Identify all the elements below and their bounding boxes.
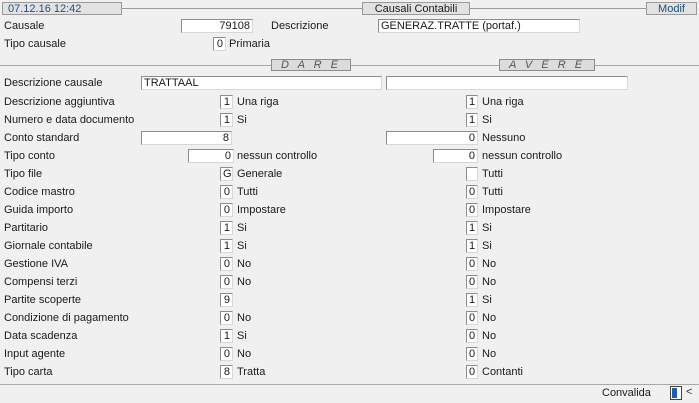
dare-value-desc: Tratta <box>237 366 266 378</box>
row-label: Gestione IVA <box>4 258 68 270</box>
avere-value-desc: No <box>482 348 497 360</box>
avere-value-field[interactable]: 0 <box>466 203 478 217</box>
avere-value-desc: Si <box>482 222 492 234</box>
row-label: Descrizione aggiuntiva <box>4 96 115 108</box>
dare-value-field[interactable]: 1 <box>220 239 233 253</box>
avere-value-desc: Contanti <box>482 366 523 378</box>
avere-header: A V E R E <box>499 59 595 71</box>
avere-value-desc: No <box>482 312 497 324</box>
title-divider-left <box>122 8 362 9</box>
row-label: Conto standard <box>4 132 80 144</box>
dare-value-field[interactable]: 0 <box>220 203 233 217</box>
convalida-label: Convalida <box>602 387 651 399</box>
descrizione-causale-label: Descrizione causale <box>4 77 103 89</box>
dare-value-field[interactable]: 8 <box>220 365 233 379</box>
row-label: Partite scoperte <box>4 294 82 306</box>
dare-value-desc: Una riga <box>237 96 279 108</box>
dare-value-field[interactable]: 0 <box>220 311 233 325</box>
dare-value-field[interactable]: 9 <box>220 293 233 307</box>
dare-value-desc: nessun controllo <box>237 150 318 162</box>
avere-value-field[interactable]: 0 <box>466 365 478 379</box>
avere-value-field[interactable]: 0 <box>433 149 478 163</box>
dare-value-field[interactable]: 0 <box>220 257 233 271</box>
dare-value-field[interactable]: 1 <box>220 113 233 127</box>
tipo-causale-desc: Primaria <box>229 38 270 50</box>
dare-value-desc: Si <box>237 222 247 234</box>
row-label: Tipo conto <box>4 150 55 162</box>
window-title: Causali Contabili <box>362 2 470 15</box>
avere-value-field[interactable]: 0 <box>466 329 478 343</box>
footer-divider <box>0 384 699 385</box>
avere-value-field[interactable]: 0 <box>466 311 478 325</box>
dare-value-field[interactable]: 1 <box>220 221 233 235</box>
avere-value-field[interactable] <box>466 167 478 181</box>
tipo-causale-field[interactable]: 0 <box>213 37 226 51</box>
dare-value-field[interactable]: 0 <box>220 185 233 199</box>
avere-value-field[interactable]: 1 <box>466 95 478 109</box>
dare-value-desc: No <box>237 276 252 288</box>
descrizione-causale-dare-field[interactable]: TRATTAAL <box>141 76 382 90</box>
row-label: Codice mastro <box>4 186 75 198</box>
dare-value-desc: Tutti <box>237 186 258 198</box>
dare-value-desc: No <box>237 348 252 360</box>
title-divider-right <box>470 8 646 9</box>
dare-value-field[interactable]: 1 <box>220 95 233 109</box>
dare-value-desc: Generale <box>237 168 283 180</box>
avere-value-field[interactable]: 0 <box>386 131 478 145</box>
avere-value-desc: Si <box>482 114 492 126</box>
avere-value-desc: No <box>482 276 497 288</box>
avere-value-field[interactable]: 1 <box>466 221 478 235</box>
dare-value-desc: Si <box>237 240 247 252</box>
datetime-display: 07.12.16 12:42 <box>2 2 122 15</box>
dare-value-field[interactable]: 0 <box>220 275 233 289</box>
row-label: Tipo file <box>4 168 43 180</box>
row-label: Guida importo <box>4 204 74 216</box>
avere-value-desc: Nessuno <box>482 132 526 144</box>
dare-value-desc: Si <box>237 330 247 342</box>
avere-value-field[interactable]: 0 <box>466 275 478 289</box>
avere-value-desc: Si <box>482 294 492 306</box>
avere-value-field[interactable]: 1 <box>466 239 478 253</box>
row-label: Data scadenza <box>4 330 78 342</box>
tipo-causale-label: Tipo causale <box>4 38 66 50</box>
convalida-button[interactable] <box>670 386 682 400</box>
avere-value-desc: Una riga <box>482 96 524 108</box>
dare-header: D A R E <box>271 59 351 71</box>
dare-value-field[interactable]: 0 <box>220 347 233 361</box>
dare-value-desc: No <box>237 312 252 324</box>
row-label: Numero e data documento <box>4 114 135 126</box>
avere-value-field[interactable]: 0 <box>466 257 478 271</box>
avere-value-desc: No <box>482 330 497 342</box>
dare-value-field[interactable]: 0 <box>188 149 234 163</box>
causale-label: Causale <box>4 20 45 32</box>
convalida-arrow-icon: < <box>686 386 693 398</box>
row-label: Partitario <box>4 222 49 234</box>
row-label: Input agente <box>4 348 66 360</box>
descrizione-field[interactable]: GENERAZ.TRATTE (portaf.) <box>378 19 580 33</box>
avere-value-desc: Tutti <box>482 186 503 198</box>
dare-value-field[interactable]: G <box>220 167 233 181</box>
avere-value-desc: nessun controllo <box>482 150 563 162</box>
avere-value-desc: Tutti <box>482 168 503 180</box>
dare-value-field[interactable]: 1 <box>220 329 233 343</box>
dare-value-desc: Impostare <box>237 204 286 216</box>
avere-value-desc: Si <box>482 240 492 252</box>
causale-field[interactable]: 79108 <box>181 19 253 33</box>
avere-value-desc: Impostare <box>482 204 531 216</box>
dare-value-desc: Si <box>237 114 247 126</box>
mode-button[interactable]: Modif <box>646 2 697 15</box>
row-label: Compensi terzi <box>4 276 78 288</box>
avere-value-desc: No <box>482 258 497 270</box>
avere-value-field[interactable]: 0 <box>466 185 478 199</box>
dare-value-desc: No <box>237 258 252 270</box>
avere-value-field[interactable]: 0 <box>466 347 478 361</box>
descrizione-label: Descrizione <box>271 20 329 32</box>
avere-value-field[interactable]: 1 <box>466 293 478 307</box>
descrizione-causale-avere-field[interactable] <box>386 76 628 90</box>
dare-value-field[interactable]: 8 <box>141 131 232 145</box>
row-label: Tipo carta <box>4 366 53 378</box>
row-label: Condizione di pagamento <box>4 312 129 324</box>
row-label: Giornale contabile <box>4 240 93 252</box>
avere-value-field[interactable]: 1 <box>466 113 478 127</box>
